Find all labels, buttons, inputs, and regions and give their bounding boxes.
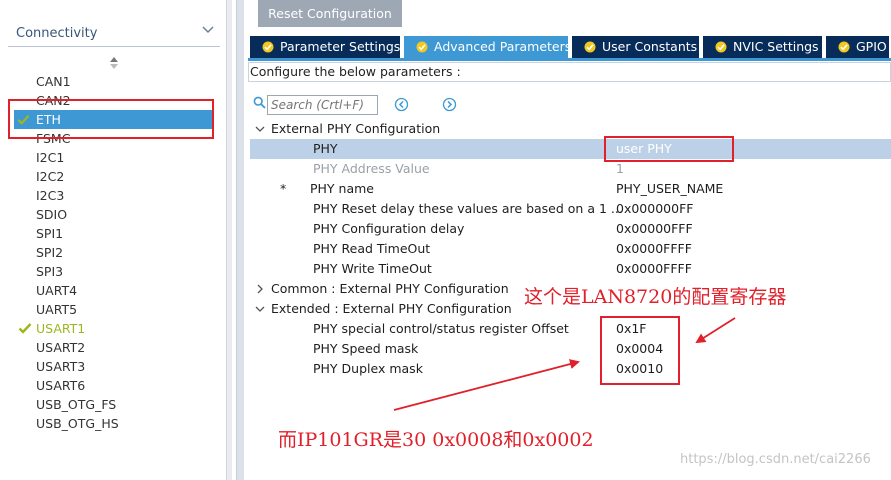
sidebar-item-uart5[interactable]: UART5 bbox=[36, 300, 77, 319]
sidebar-item-usart6[interactable]: USART6 bbox=[36, 376, 85, 395]
param-name: PHY Read TimeOut bbox=[313, 241, 431, 256]
annotation-ip101gr: 而IP101GR是30 0x0008和0x0002 bbox=[278, 429, 594, 451]
tab-label: Parameter Settings bbox=[280, 39, 401, 54]
check-circle-icon bbox=[838, 41, 850, 53]
search-next-icon[interactable] bbox=[442, 97, 457, 112]
tab-label: User Constants bbox=[602, 39, 698, 54]
tab-label: NVIC Settings bbox=[733, 39, 819, 54]
sidebar-item-i2c2[interactable]: I2C2 bbox=[36, 167, 64, 186]
eth-highlight-box bbox=[8, 99, 214, 139]
param-row-reset-delay[interactable]: PHY Reset delay these values are based o… bbox=[250, 199, 891, 219]
sidebar-item-i2c3[interactable]: I2C3 bbox=[36, 186, 64, 205]
group-external-phy[interactable]: External PHY Configuration bbox=[250, 119, 891, 139]
tab-parameter-settings[interactable]: Parameter Settings bbox=[250, 36, 402, 58]
sidebar-item-uart4[interactable]: UART4 bbox=[36, 281, 77, 300]
group-label: External PHY Configuration bbox=[271, 121, 441, 136]
param-row-speed-mask[interactable]: PHY Speed mask 0x0004 bbox=[250, 339, 891, 359]
sidebar-item-sdio[interactable]: SDIO bbox=[36, 205, 67, 224]
splitter-bar[interactable] bbox=[236, 0, 244, 480]
param-name: PHY Reset delay these values are based o… bbox=[313, 201, 623, 216]
param-row-phy-name[interactable]: * PHY name PHY_USER_NAME bbox=[250, 179, 891, 199]
param-name: PHY special control/status register Offs… bbox=[313, 321, 569, 336]
reset-configuration-button[interactable]: Reset Configuration bbox=[258, 0, 402, 27]
check-circle-icon bbox=[715, 41, 727, 53]
check-icon bbox=[18, 323, 32, 334]
param-name: PHY Duplex mask bbox=[313, 361, 423, 376]
param-value[interactable]: 0x00000FFF bbox=[616, 219, 693, 239]
param-name: PHY name bbox=[310, 181, 374, 196]
sidebar-item-spi2[interactable]: SPI2 bbox=[36, 243, 63, 262]
tab-gpio-settings[interactable]: GPIO Settings bbox=[826, 36, 891, 58]
group-label: Common : External PHY Configuration bbox=[271, 281, 509, 296]
chevron-down-icon bbox=[255, 306, 265, 312]
required-marker: * bbox=[280, 181, 287, 196]
param-name: PHY Configuration delay bbox=[313, 221, 465, 236]
param-value: 1 bbox=[616, 161, 624, 176]
param-value[interactable]: 0x0000FFFF bbox=[616, 259, 692, 279]
annotation-lan8720: 这个是LAN8720的配置寄存器 bbox=[524, 286, 787, 308]
chevron-right-icon bbox=[257, 284, 263, 294]
sidebar-item-usart3[interactable]: USART3 bbox=[36, 357, 85, 376]
phy-highlight-box bbox=[604, 136, 734, 162]
param-value[interactable]: 0x000000FF bbox=[616, 199, 693, 219]
tab-user-constants[interactable]: User Constants bbox=[572, 36, 701, 58]
param-row-special-offset[interactable]: PHY special control/status register Offs… bbox=[250, 319, 891, 339]
check-circle-icon bbox=[416, 41, 428, 53]
param-row-read-timeout[interactable]: PHY Read TimeOut 0x0000FFFF bbox=[250, 239, 891, 259]
param-row-duplex-mask[interactable]: PHY Duplex mask 0x0010 bbox=[250, 359, 891, 379]
sidebar-item-usb-otg-hs[interactable]: USB_OTG_HS bbox=[36, 414, 119, 433]
tab-underline bbox=[248, 58, 891, 61]
chevron-down-icon bbox=[255, 126, 265, 132]
param-name: PHY Write TimeOut bbox=[313, 261, 432, 276]
sort-icon[interactable] bbox=[108, 56, 120, 70]
tab-label: GPIO Settings bbox=[856, 39, 889, 54]
category-divider bbox=[8, 46, 220, 47]
search-previous-icon[interactable] bbox=[394, 97, 409, 112]
sidebar-item-i2c1[interactable]: I2C1 bbox=[36, 148, 64, 167]
tab-label: Advanced Parameters bbox=[434, 39, 570, 54]
sidebar-item-spi3[interactable]: SPI3 bbox=[36, 262, 63, 281]
sidebar-item-usart1[interactable]: USART1 bbox=[36, 319, 85, 338]
splitter-bar[interactable] bbox=[226, 0, 232, 480]
param-row-config-delay[interactable]: PHY Configuration delay 0x00000FFF bbox=[250, 219, 891, 239]
param-row-phy-address[interactable]: PHY Address Value 1 bbox=[250, 159, 891, 179]
sidebar-item-usb-otg-fs[interactable]: USB_OTG_FS bbox=[36, 395, 116, 414]
configure-label: Configure the below parameters : bbox=[250, 64, 461, 79]
param-name: PHY Speed mask bbox=[313, 341, 419, 356]
param-value[interactable]: PHY_USER_NAME bbox=[616, 179, 723, 199]
param-name: PHY bbox=[313, 141, 338, 156]
check-circle-icon bbox=[262, 41, 274, 53]
check-circle-icon bbox=[584, 41, 596, 53]
watermark: https://blog.csdn.net/cai2266 bbox=[680, 452, 871, 467]
chevron-down-icon[interactable] bbox=[201, 23, 215, 37]
param-name: PHY Address Value bbox=[313, 161, 430, 176]
search-input[interactable] bbox=[267, 95, 378, 115]
sidebar-item-can1[interactable]: CAN1 bbox=[36, 72, 71, 91]
sidebar-item-usart2[interactable]: USART2 bbox=[36, 338, 85, 357]
param-value[interactable]: 0x0000FFFF bbox=[616, 239, 692, 259]
sidebar-item-spi1[interactable]: SPI1 bbox=[36, 224, 63, 243]
param-row-phy[interactable]: PHY user PHY bbox=[250, 139, 891, 159]
param-row-write-timeout[interactable]: PHY Write TimeOut 0x0000FFFF bbox=[250, 259, 891, 279]
mask-values-highlight-box bbox=[600, 316, 680, 385]
tab-advanced-parameters[interactable]: Advanced Parameters bbox=[404, 36, 570, 58]
category-title[interactable]: Connectivity bbox=[16, 26, 97, 41]
tab-nvic-settings[interactable]: NVIC Settings bbox=[703, 36, 824, 58]
search-icon bbox=[253, 96, 266, 109]
group-label: Extended : External PHY Configuration bbox=[271, 301, 512, 316]
